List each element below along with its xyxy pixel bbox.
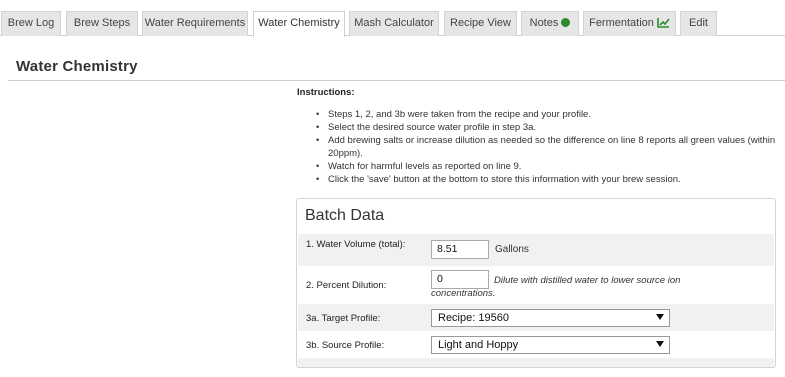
- tab-fermentation-label: Fermentation: [589, 17, 654, 29]
- water-volume-row: 1. Water Volume (total): 8.51 Gallons: [298, 234, 774, 266]
- status-dot-icon: [561, 18, 571, 27]
- instruction-item: Click the 'save' button at the bottom to…: [316, 173, 778, 186]
- source-profile-label: 3b. Source Profile:: [306, 340, 385, 351]
- source-profile-select[interactable]: Light and Hoppy: [431, 336, 670, 354]
- water-volume-unit: Gallons: [495, 244, 529, 255]
- line-chart-icon: [657, 18, 670, 28]
- dilution-label: 2. Percent Dilution:: [306, 280, 387, 291]
- tab-water-chemistry[interactable]: Water Chemistry: [253, 11, 345, 37]
- batch-data-panel: Batch Data 1. Water Volume (total): 8.51…: [296, 198, 776, 368]
- dilution-hint: Dilute with distilled water to lower sou…: [431, 275, 681, 299]
- tab-recipe-view[interactable]: Recipe View: [444, 11, 517, 36]
- title-divider: [8, 80, 785, 81]
- instruction-item: Select the desired source water profile …: [316, 121, 778, 134]
- tab-notes-label: Notes: [529, 17, 559, 29]
- panel-title: Batch Data: [305, 207, 385, 224]
- source-profile-row: 3b. Source Profile: Light and Hoppy: [298, 331, 774, 358]
- water-volume-label: 1. Water Volume (total):: [306, 239, 406, 250]
- source-profile-value: Light and Hoppy: [438, 339, 519, 351]
- chevron-down-icon: [656, 314, 664, 320]
- target-profile-row: 3a. Target Profile: Recipe: 19560: [298, 304, 774, 331]
- target-profile-select[interactable]: Recipe: 19560: [431, 309, 670, 327]
- tab-notes[interactable]: Notes: [521, 11, 579, 36]
- instructions-list: Steps 1, 2, and 3b were taken from the r…: [316, 108, 778, 186]
- instructions-heading: Instructions:: [297, 87, 355, 98]
- tab-brew-log[interactable]: Brew Log: [1, 11, 61, 36]
- tab-mash-calculator[interactable]: Mash Calculator: [349, 11, 439, 36]
- instruction-item: Steps 1, 2, and 3b were taken from the r…: [316, 108, 778, 121]
- target-profile-label: 3a. Target Profile:: [306, 313, 381, 324]
- chevron-down-icon: [656, 341, 664, 347]
- tab-bar: Brew Log Brew Steps Water Requirements W…: [0, 0, 785, 37]
- tab-edit[interactable]: Edit: [680, 11, 717, 36]
- target-profile-value: Recipe: 19560: [438, 312, 509, 324]
- instruction-item: Add brewing salts or increase dilution a…: [316, 134, 778, 160]
- page-title: Water Chemistry: [16, 58, 138, 75]
- tab-water-requirements[interactable]: Water Requirements: [142, 11, 248, 36]
- instruction-item: Watch for harmful levels as reported on …: [316, 160, 778, 173]
- tab-brew-steps[interactable]: Brew Steps: [66, 11, 138, 36]
- tab-fermentation[interactable]: Fermentation: [583, 11, 676, 36]
- next-row-edge: [298, 358, 774, 367]
- water-volume-input[interactable]: 8.51: [431, 240, 489, 259]
- dilution-row: 2. Percent Dilution: 0 Dilute with disti…: [298, 266, 774, 304]
